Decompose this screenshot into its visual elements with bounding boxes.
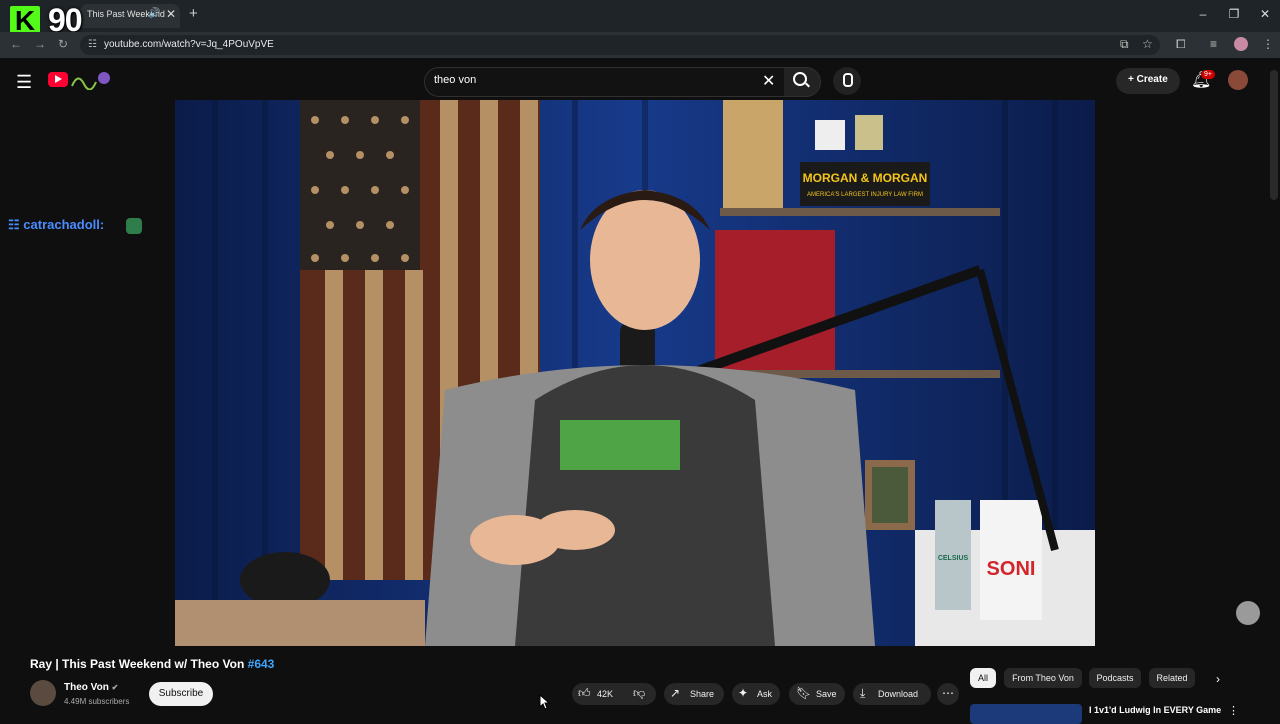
bookmark-icon: 🔖︎ [796,686,812,700]
recommended-title[interactable]: I 1v1'd Ludwig In EVERY Game [1089,705,1221,715]
hamburger-menu-icon[interactable]: ☰ [16,72,32,93]
recommended-thumbnail[interactable] [970,704,1082,724]
page-scrollbar[interactable] [1270,70,1278,200]
tab-close-icon[interactable]: ✕ [166,7,176,21]
account-avatar[interactable] [1228,70,1248,90]
window-close-icon[interactable]: ✕ [1255,7,1275,21]
mouse-cursor-icon [539,694,551,710]
episode-hashtag[interactable]: #643 [248,657,275,671]
more-actions-icon[interactable]: ⋯ [937,683,959,705]
chip-from-theo-von[interactable]: From Theo Von [1004,668,1082,688]
chat-emote-icon [126,218,142,234]
chip-podcasts[interactable]: Podcasts [1089,668,1141,688]
download-label: Download [878,689,919,699]
reload-icon[interactable]: ↻ [58,37,68,51]
verified-icon: ✔ [111,683,119,692]
chevron-right-icon[interactable]: › [1216,672,1220,686]
minimize-icon[interactable]: – [1193,7,1213,21]
ask-label: Ask [757,689,773,699]
create-label: + Create [1128,74,1168,85]
subscriber-count: 4.49M subscribers [64,697,130,706]
search-input[interactable] [424,67,786,97]
browser-menu-icon[interactable]: ⋮ [1262,37,1274,51]
ask-sparkle-icon: ✦ [738,686,749,700]
site-info-icon[interactable]: ☷ [88,39,97,50]
channel-avatar[interactable] [30,680,56,706]
channel-name[interactable]: Theo Von ✔ [64,682,118,693]
download-icon: ⤓ [860,686,866,700]
youtube-logo-icon[interactable] [48,72,68,87]
subscribe-button[interactable]: Subscribe [149,682,213,706]
search-query: theo von [434,74,477,86]
video-title: Ray | This Past Weekend w/ Theo Von #643 [30,657,275,671]
doodle-logo[interactable] [70,70,110,90]
dislike-icon[interactable]: 👎︎ [633,686,645,701]
clear-search-icon[interactable]: ✕ [762,71,775,91]
extensions-icon[interactable]: ⧠ [1176,37,1186,52]
back-icon[interactable]: ← [10,37,22,51]
media-control-icon[interactable]: ≡ [1210,37,1217,51]
notification-badge: 9+ [1201,70,1215,79]
bookmark-star-icon[interactable]: ☆ [1142,37,1153,51]
forward-icon[interactable]: → [34,37,46,51]
new-tab-icon[interactable]: + [189,5,198,22]
restore-icon[interactable]: ❐ [1224,7,1244,21]
poster-subtext: AMERICA'S LARGEST INJURY LAW FIRM [807,192,923,198]
microphone-icon [843,73,853,87]
like-count[interactable]: 42K [597,689,613,699]
install-app-icon[interactable]: ⧉ [1120,37,1129,52]
can-text: CELSIUS [938,555,969,562]
chip-all[interactable]: All [970,668,996,688]
share-label: Share [690,689,715,699]
chat-username: ☷ catrachadoll: [8,217,105,232]
like-icon[interactable]: 👍︎ [578,686,591,701]
save-label: Save [816,689,837,699]
browser-profile-avatar[interactable] [1234,37,1248,51]
chip-related[interactable]: Related [1149,668,1195,688]
url-text: youtube.com/watch?v=Jq_4POuVpVE [104,39,274,50]
mini-avatar-icon[interactable] [1236,601,1260,625]
share-icon: ↗ [670,686,681,700]
tab-audio-icon[interactable]: 🔊 [148,8,160,19]
search-icon [793,72,807,86]
recommended-menu-icon[interactable]: ⋮ [1228,704,1239,717]
video-frame: MORGAN & MORGAN AMERICA'S LARGEST INJURY… [175,100,1095,646]
poster-text: MORGAN & MORGAN [803,171,928,185]
cup-text: SONI [987,558,1036,580]
video-player[interactable]: MORGAN & MORGAN AMERICA'S LARGEST INJURY… [175,100,1095,646]
